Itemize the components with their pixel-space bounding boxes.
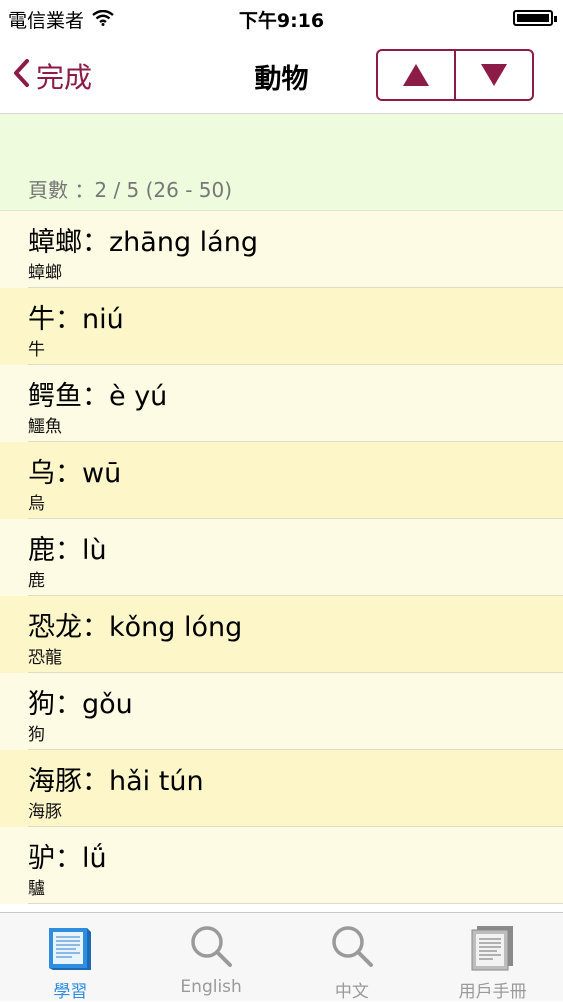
entry-traditional: 鱷魚 bbox=[28, 417, 62, 437]
list-item[interactable]: 狗：gǒu 狗 bbox=[0, 673, 563, 750]
tab-user-manual[interactable]: 用戶手冊 bbox=[422, 913, 563, 1002]
status-time: 下午9:16 bbox=[238, 10, 325, 32]
entry-pinyin: 牛：niú bbox=[28, 304, 124, 335]
tab-english-search[interactable]: English bbox=[141, 913, 282, 1001]
page-navigation-control bbox=[376, 49, 534, 101]
next-page-button[interactable] bbox=[454, 51, 532, 99]
vocabulary-list: 蟑螂：zhāng láng 蟑螂 牛：niú 牛 鳄鱼：è yú 鱷魚 乌：wū… bbox=[0, 211, 563, 904]
entry-traditional: 烏 bbox=[28, 494, 45, 514]
entry-traditional: 蟑螂 bbox=[28, 263, 62, 283]
entry-traditional: 牛 bbox=[28, 340, 45, 360]
entry-traditional: 海豚 bbox=[28, 802, 62, 822]
battery-icon bbox=[513, 10, 557, 26]
entry-pinyin: 蟑螂：zhāng láng bbox=[28, 227, 258, 258]
navigation-bar: 完成 動物 bbox=[0, 38, 563, 114]
entry-pinyin: 恐龙：kǒng lóng bbox=[28, 612, 243, 643]
entry-pinyin: 狗：gǒu bbox=[28, 689, 133, 720]
page-info: 頁數 ：2 / 5 (26 - 50) bbox=[28, 178, 233, 202]
list-item[interactable]: 鳄鱼：è yú 鱷魚 bbox=[0, 365, 563, 442]
list-item[interactable]: 蟑螂：zhāng láng 蟑螂 bbox=[0, 211, 563, 288]
search-icon bbox=[329, 923, 375, 973]
entry-traditional: 狗 bbox=[28, 725, 45, 745]
list-item[interactable]: 鹿：lù 鹿 bbox=[0, 519, 563, 596]
list-item[interactable]: 牛：niú 牛 bbox=[0, 288, 563, 365]
page-header: 頁數 ：2 / 5 (26 - 50) bbox=[0, 114, 563, 211]
list-item[interactable]: 乌：wū 烏 bbox=[0, 442, 563, 519]
tab-chinese-search[interactable]: 中文 bbox=[282, 913, 423, 1002]
list-item[interactable]: 驴：lǘ 驢 bbox=[0, 827, 563, 904]
tab-study[interactable]: 學習 bbox=[0, 913, 141, 1002]
tab-label: English bbox=[180, 977, 242, 997]
entry-pinyin: 鹿：lù bbox=[28, 535, 107, 566]
tab-label: 學習 bbox=[53, 982, 88, 1002]
tab-label: 用戶手冊 bbox=[458, 982, 527, 1002]
entry-pinyin: 海豚：hǎi tún bbox=[28, 766, 204, 797]
list-item[interactable]: 海豚：hǎi tún 海豚 bbox=[0, 750, 563, 827]
entry-pinyin: 驴：lǘ bbox=[28, 843, 107, 874]
search-icon bbox=[188, 923, 234, 973]
book-icon bbox=[46, 923, 94, 975]
tab-bar: 學習 English 中文 用戶手冊 bbox=[0, 912, 563, 1002]
entry-traditional: 驢 bbox=[28, 879, 45, 899]
entry-traditional: 恐龍 bbox=[28, 648, 62, 668]
status-bar: 電信業者 下午9:16 bbox=[0, 0, 563, 38]
triangle-down-icon bbox=[481, 64, 507, 86]
tab-label: 中文 bbox=[334, 982, 369, 1002]
entry-pinyin: 鳄鱼：è yú bbox=[28, 381, 168, 412]
list-item[interactable]: 恐龙：kǒng lóng 恐龍 bbox=[0, 596, 563, 673]
previous-page-button[interactable] bbox=[378, 51, 454, 99]
entry-traditional: 鹿 bbox=[28, 571, 45, 591]
triangle-up-icon bbox=[403, 64, 429, 86]
entry-pinyin: 乌：wū bbox=[28, 458, 122, 489]
manual-icon bbox=[469, 923, 517, 975]
